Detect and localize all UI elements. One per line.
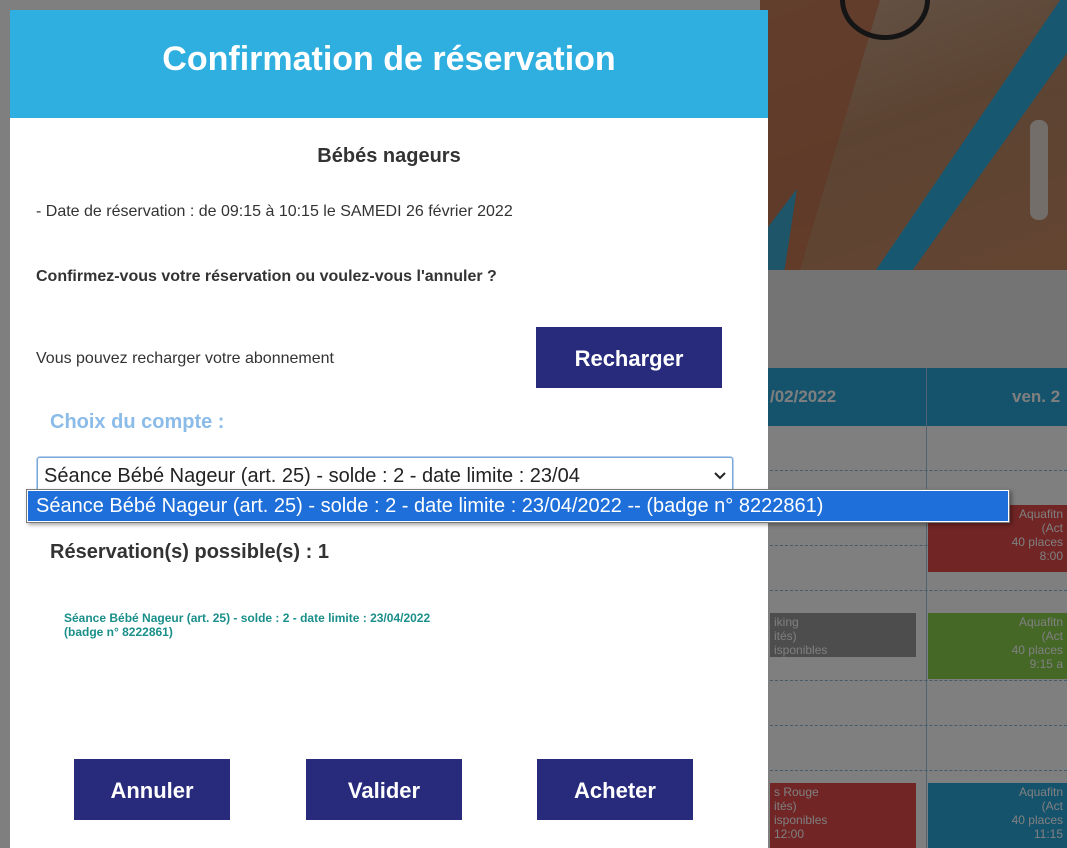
course-name: Bébés nageurs — [317, 145, 461, 167]
recharge-text: Vous pouvez recharger votre abonnement — [36, 350, 334, 367]
account-info: Séance Bébé Nageur (art. 25) - solde : 2… — [64, 611, 430, 639]
modal-title: Confirmation de réservation — [162, 40, 616, 78]
modal-header: Confirmation de réservation — [10, 10, 768, 118]
account-info-line: Séance Bébé Nageur (art. 25) - solde : 2… — [64, 611, 431, 625]
validate-button[interactable]: Valider — [306, 759, 462, 820]
account-dropdown-list: Séance Bébé Nageur (art. 25) - solde : 2… — [26, 489, 1010, 523]
account-info-line: (badge n° 8222861) — [64, 625, 173, 639]
recharge-button[interactable]: Recharger — [536, 327, 722, 388]
cancel-button[interactable]: Annuler — [74, 759, 230, 820]
reservation-modal: Confirmation de réservation Bébés nageur… — [10, 10, 768, 848]
possible-reservations: Réservation(s) possible(s) : 1 — [50, 541, 329, 563]
account-label: Choix du compte : — [50, 411, 225, 433]
confirm-question: Confirmez-vous votre réservation ou voul… — [36, 268, 497, 285]
buy-button[interactable]: Acheter — [537, 759, 693, 820]
account-dropdown-option[interactable]: Séance Bébé Nageur (art. 25) - solde : 2… — [28, 491, 1008, 521]
reservation-date: - Date de réservation : de 09:15 à 10:15… — [36, 203, 513, 220]
